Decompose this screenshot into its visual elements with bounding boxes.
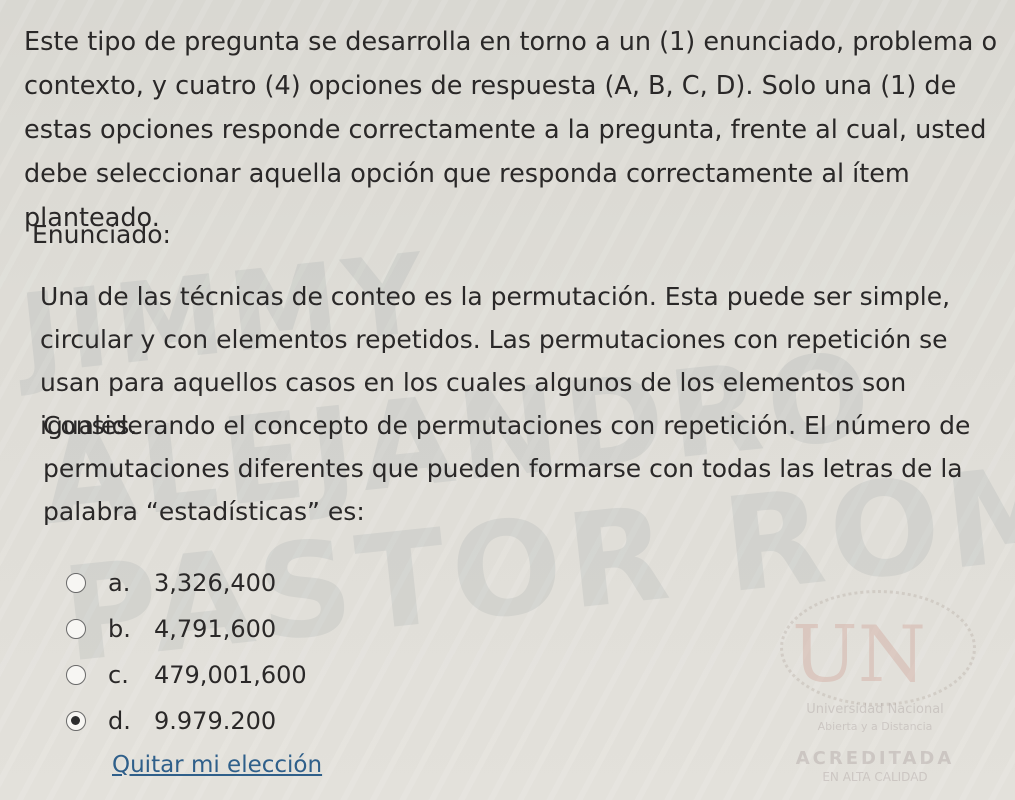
clear-choice-link[interactable]: Quitar mi elección bbox=[112, 752, 322, 778]
answer-option-b[interactable]: b. 4,791,600 bbox=[66, 606, 307, 652]
answer-option-a[interactable]: a. 3,326,400 bbox=[66, 560, 307, 606]
radio-button-d[interactable] bbox=[66, 711, 86, 731]
option-letter: a. bbox=[108, 569, 131, 597]
logo-text-line2: Abierta y a Distancia bbox=[817, 720, 933, 733]
question-instructions: Este tipo de pregunta se desarrolla en t… bbox=[24, 27, 998, 233]
option-letter: b. bbox=[108, 615, 131, 643]
answer-options: a. 3,326,400 b. 4,791,600 c. 479,001,600… bbox=[66, 560, 307, 744]
logo-text-line3: ACREDITADA bbox=[795, 748, 955, 769]
option-text: 3,326,400 bbox=[154, 569, 277, 597]
logo-mark: UN bbox=[792, 610, 926, 700]
enunciado-label: Enunciado: bbox=[32, 220, 171, 249]
answer-option-d[interactable]: d. 9.979.200 bbox=[66, 698, 307, 744]
logo-text-line1: Universidad Nacional bbox=[806, 702, 944, 717]
answer-option-c[interactable]: c. 479,001,600 bbox=[66, 652, 307, 698]
logo-text-line4: EN ALTA CALIDAD bbox=[822, 770, 928, 784]
radio-button-c[interactable] bbox=[66, 665, 86, 685]
logo-arc bbox=[780, 590, 976, 706]
option-text: 9.979.200 bbox=[154, 707, 277, 735]
radio-button-a[interactable] bbox=[66, 573, 86, 593]
university-logo: UN Universidad Nacional Abierta y a Dist… bbox=[770, 580, 990, 790]
option-text: 4,791,600 bbox=[154, 615, 277, 643]
option-letter: c. bbox=[108, 661, 129, 689]
option-letter: d. bbox=[108, 707, 131, 735]
radio-button-b[interactable] bbox=[66, 619, 86, 639]
question-stem-paragraph-2: Considerando el concepto de permutacione… bbox=[43, 411, 971, 526]
option-text: 479,001,600 bbox=[154, 661, 307, 689]
